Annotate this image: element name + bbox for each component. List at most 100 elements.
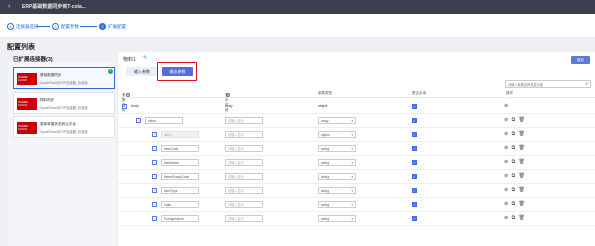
step-number: 1 — [7, 23, 14, 30]
help-icon: ? — [226, 93, 230, 97]
param-type-select[interactable]: string ▾ — [318, 201, 356, 208]
add-icon[interactable]: ⊕ — [504, 173, 509, 179]
step-2[interactable]: 2 配置参数 — [52, 22, 79, 31]
connector-name: 物料同步 — [40, 98, 55, 102]
delete-icon[interactable]: 🗑 — [519, 117, 526, 123]
collapse-toggle-icon[interactable]: − — [152, 146, 157, 151]
copy-icon[interactable]: ⧉ — [512, 131, 517, 137]
display-field-input[interactable]: 请输入显示 — [225, 117, 263, 124]
chevron-down-icon: ▾ — [351, 133, 353, 137]
display-field-input[interactable]: 请输入显示 — [225, 201, 263, 208]
required-checkbox[interactable]: ✓ — [412, 118, 417, 123]
param-type-select[interactable]: array ▾ — [318, 117, 356, 124]
collapse-toggle-icon[interactable]: − — [152, 188, 157, 193]
required-checkbox[interactable]: ✓ — [412, 188, 417, 193]
table-row: − value 请输入显示 array ▾ ✓ ⊕ ⧉ 🗑 — [118, 114, 595, 128]
param-name-input[interactable]: ItemCode — [161, 145, 199, 152]
param-name-input[interactable]: ItemsGroupCode — [161, 173, 199, 180]
chevron-down-icon: ▾ — [351, 161, 353, 165]
display-field-input[interactable]: 请输入显示 — [225, 215, 263, 222]
display-field: body — [225, 104, 233, 108]
chevron-left-icon[interactable]: ‹ — [8, 2, 10, 11]
connector-card[interactable]: HUAWEI CLOUD 物料同步 SparkPack对ERP连接器_标准版 — [13, 92, 115, 114]
copy-icon[interactable]: ⧉ — [512, 187, 517, 193]
delete-icon[interactable]: 🗑 — [519, 187, 526, 193]
connector-card[interactable]: HUAWEI CLOUD 基础数据同步 SparkPack对ERP连接器_标准版… — [13, 67, 115, 89]
copy-icon[interactable]: ⧉ — [512, 215, 517, 221]
add-icon[interactable]: ⊕ — [504, 215, 509, 221]
search-icon[interactable]: ⌕ — [585, 81, 588, 88]
display-field-input[interactable]: 请输入显示 — [225, 187, 263, 194]
table-header: 参数名称 ⌄ ? 显示字段 ? 参数类型 是否必填 操作 — [118, 89, 595, 112]
connector-list: HUAWEI CLOUD 基础数据同步 SparkPack对ERP连接器_标准版… — [8, 62, 116, 246]
add-icon[interactable]: ⊕ — [504, 145, 509, 151]
step-1[interactable]: 1 连接器选择 — [7, 22, 39, 31]
required-checkbox[interactable]: ✓ — [412, 132, 417, 137]
param-type-select[interactable]: string ▾ — [318, 145, 356, 152]
collapse-toggle-icon[interactable]: − — [152, 216, 157, 221]
row-actions: ⊕ ⧉ 🗑 — [504, 215, 526, 221]
param-type-select[interactable]: object ▾ — [318, 131, 356, 138]
search-input[interactable] — [508, 82, 580, 87]
copy-icon[interactable]: ⧉ — [512, 117, 517, 123]
collapse-toggle-icon[interactable]: − — [152, 160, 157, 165]
copy-icon[interactable]: ⧉ — [512, 201, 517, 207]
save-button[interactable]: 保存 — [571, 56, 590, 64]
delete-icon[interactable]: 🗑 — [519, 131, 526, 137]
chevron-down-icon: ▾ — [351, 203, 353, 207]
edit-icon[interactable]: ✎ — [143, 55, 147, 61]
collapse-toggle-icon[interactable]: − — [152, 174, 157, 179]
display-field-input[interactable]: 请输入显示 — [225, 145, 263, 152]
chevron-down-icon: ▾ — [351, 189, 353, 193]
tab-input-params[interactable]: 输入参数 — [126, 67, 158, 76]
add-icon[interactable]: ⊕ — [504, 159, 509, 165]
display-field-input[interactable]: 请输入显示 — [225, 173, 263, 180]
param-name-input[interactable]: ItemName — [161, 159, 199, 166]
delete-icon[interactable]: 🗑 — [519, 215, 526, 221]
delete-icon[interactable]: 🗑 — [519, 173, 526, 179]
collapse-toggle-icon[interactable]: − — [152, 132, 157, 137]
required-checkbox[interactable]: ✓ — [412, 146, 417, 151]
add-icon[interactable]: ⊕ — [504, 103, 509, 109]
param-name-input[interactable]: ItemType — [161, 187, 199, 194]
copy-icon[interactable]: ⧉ — [512, 145, 517, 151]
display-field-input[interactable]: 请输入显示 — [225, 159, 263, 166]
param-type-select[interactable]: string ▾ — [318, 159, 356, 166]
required-checkbox[interactable]: ✓ — [412, 202, 417, 207]
param-name-input[interactable]: items — [161, 131, 199, 138]
connector-card[interactable]: HUAWEI CLOUD 更新单据状态到云平台 SparkPack对ERP连接器… — [13, 116, 115, 138]
param-type-select[interactable]: string ▾ — [318, 173, 356, 180]
connector-name: 更新单据状态到云平台 — [40, 122, 76, 126]
param-name-input[interactable]: ForeignName — [161, 215, 199, 222]
row-actions: ⊕ ⧉ 🗑 — [504, 131, 526, 137]
huawei-cloud-logo: HUAWEI CLOUD — [17, 122, 37, 134]
add-icon[interactable]: ⊕ — [504, 117, 509, 123]
required-checkbox[interactable]: ✓ — [412, 216, 417, 221]
step-3[interactable]: 3 扩展配置 — [99, 22, 126, 31]
delete-icon[interactable]: 🗑 — [519, 201, 526, 207]
param-name-input[interactable]: Valid — [161, 201, 199, 208]
delete-icon[interactable]: 🗑 — [519, 145, 526, 151]
collapse-toggle-icon[interactable]: − — [122, 104, 127, 109]
copy-icon[interactable]: ⧉ — [512, 173, 517, 179]
required-checkbox[interactable]: ✓ — [412, 104, 417, 109]
row-actions: ⊕ ⧉ 🗑 — [504, 117, 526, 123]
required-checkbox[interactable]: ✓ — [412, 160, 417, 165]
step-label: 配置参数 — [61, 23, 79, 29]
param-type-select[interactable]: string ▾ — [318, 215, 356, 222]
step-number: 2 — [52, 23, 59, 30]
add-icon[interactable]: ⊕ — [504, 131, 509, 137]
display-field-input[interactable]: 请输入显示 — [225, 131, 263, 138]
collapse-toggle-icon[interactable]: − — [152, 202, 157, 207]
param-name-input[interactable]: value — [145, 117, 183, 124]
delete-icon[interactable]: 🗑 — [519, 159, 526, 165]
param-type-select[interactable]: string ▾ — [318, 187, 356, 194]
step-connector — [80, 26, 97, 27]
connector-subtitle: SparkPack对ERP连接器_标准版 — [40, 130, 88, 134]
required-checkbox[interactable]: ✓ — [412, 174, 417, 179]
add-icon[interactable]: ⊕ — [504, 201, 509, 207]
add-icon[interactable]: ⊕ — [504, 187, 509, 193]
copy-icon[interactable]: ⧉ — [512, 159, 517, 165]
col-required: 是否必填 — [412, 91, 426, 95]
collapse-toggle-icon[interactable]: − — [136, 118, 141, 123]
